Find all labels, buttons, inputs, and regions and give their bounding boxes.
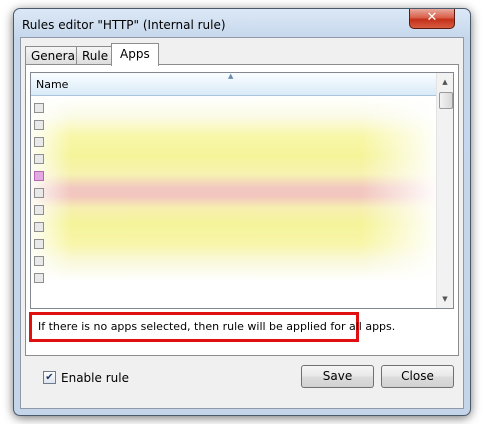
- blurred-app-entries: [31, 96, 436, 308]
- scroll-up-icon[interactable]: ▲: [440, 77, 450, 87]
- app-checkbox[interactable]: [34, 239, 44, 249]
- hint-highlight-box: If there is no apps selected, then rule …: [29, 312, 395, 342]
- app-checkbox[interactable]: [34, 154, 44, 164]
- close-icon: ✕: [426, 10, 438, 25]
- app-checkbox[interactable]: [34, 188, 44, 198]
- app-checkbox[interactable]: [34, 256, 44, 266]
- hint-text: If there is no apps selected, then rule …: [38, 320, 396, 333]
- window-close-button[interactable]: ✕: [409, 9, 455, 29]
- sort-ascending-icon: ▲: [228, 72, 234, 80]
- app-checkbox[interactable]: [34, 273, 44, 283]
- dialog-body: General Rule Apps ▲ Name ▲ ▼ If there is…: [20, 37, 464, 409]
- tab-rule[interactable]: Rule: [76, 46, 115, 65]
- apps-tab-panel: ▲ Name ▲ ▼ If there is no apps selected,…: [25, 64, 459, 356]
- title-bar[interactable]: Rules editor "HTTP" (Internal rule) ✕: [14, 9, 470, 37]
- scroll-down-icon[interactable]: ▼: [440, 294, 450, 304]
- save-button[interactable]: Save: [301, 365, 374, 388]
- app-checkbox[interactable]: [34, 120, 44, 130]
- app-checkbox[interactable]: [34, 137, 44, 147]
- rules-editor-window: Rules editor "HTTP" (Internal rule) ✕ Ge…: [13, 8, 471, 416]
- list-vertical-scrollbar[interactable]: ▲ ▼: [436, 73, 453, 308]
- app-checkbox[interactable]: [34, 171, 44, 181]
- tab-apps[interactable]: Apps: [111, 43, 159, 66]
- close-button[interactable]: Close: [381, 365, 454, 388]
- app-checkbox[interactable]: [34, 103, 44, 113]
- app-checkbox-column: [34, 103, 44, 308]
- enable-rule-label[interactable]: Enable rule: [61, 371, 129, 385]
- apps-list[interactable]: ▲ Name ▲ ▼: [30, 72, 454, 309]
- app-checkbox[interactable]: [34, 205, 44, 215]
- app-checkbox[interactable]: [34, 222, 44, 232]
- scrollbar-thumb[interactable]: [439, 92, 453, 109]
- checkmark-icon: ✔: [45, 372, 54, 383]
- name-column-header[interactable]: ▲ Name: [31, 73, 436, 96]
- window-title: Rules editor "HTTP" (Internal rule): [22, 18, 226, 32]
- enable-rule-checkbox[interactable]: ✔: [43, 371, 56, 384]
- name-column-label: Name: [36, 78, 69, 91]
